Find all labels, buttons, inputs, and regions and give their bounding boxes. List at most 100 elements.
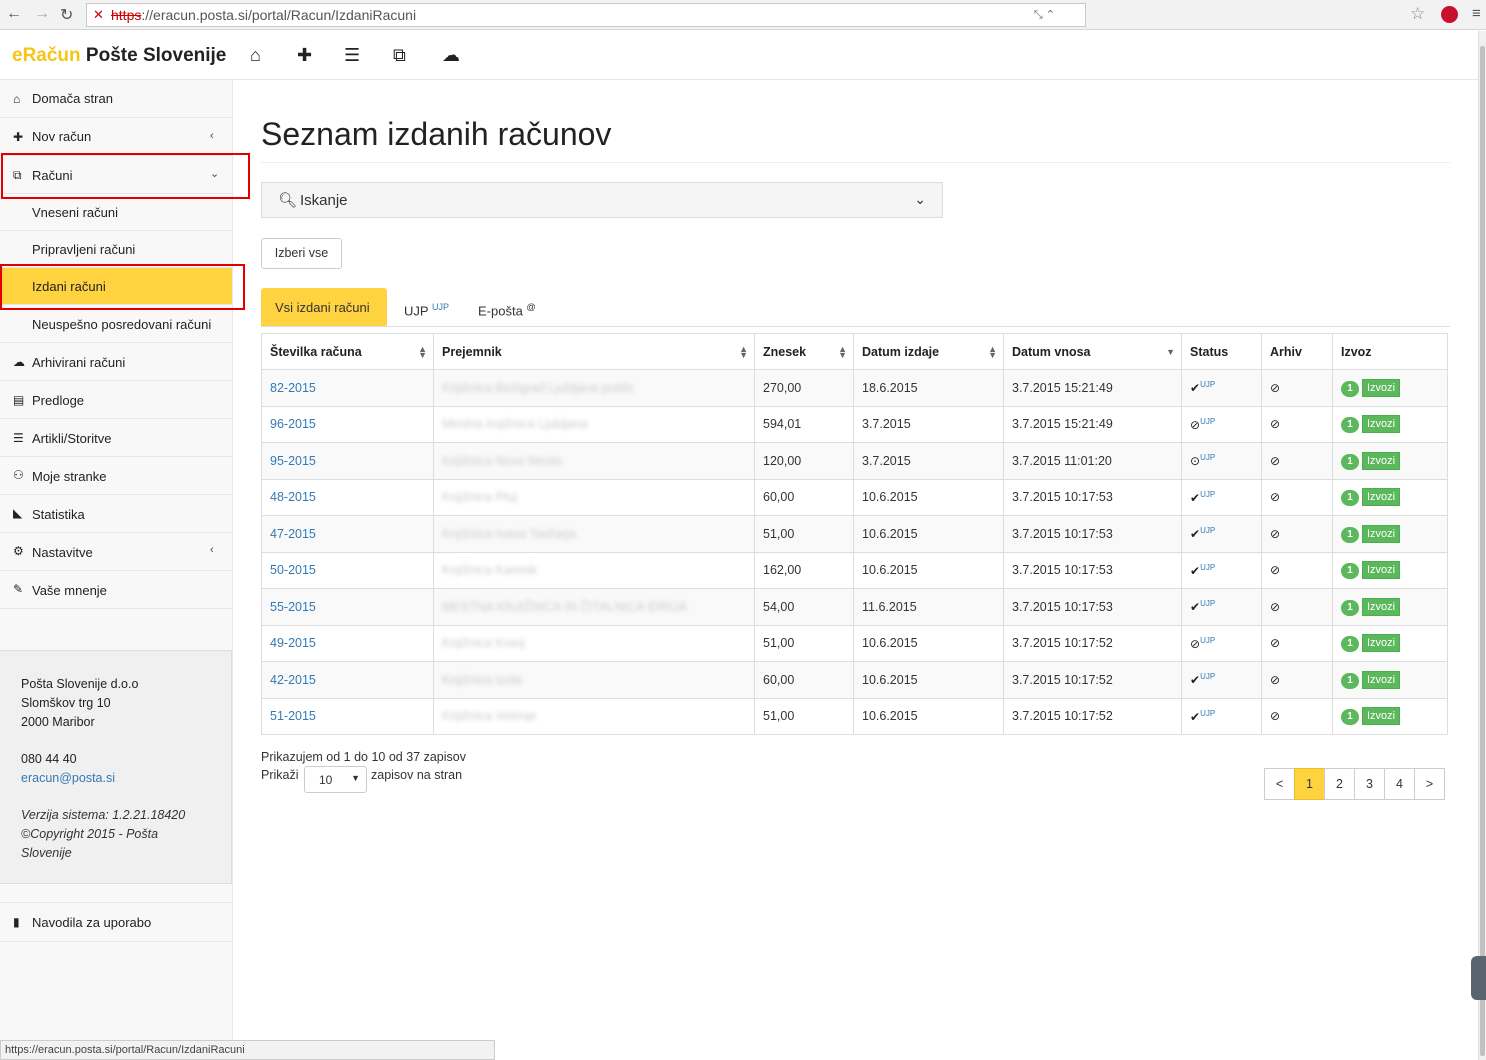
list-icon[interactable]: ☰ (344, 45, 360, 66)
invoice-link[interactable]: 49-2015 (270, 636, 316, 650)
export-button[interactable]: Izvozi (1362, 488, 1401, 507)
sidebar-item-settings[interactable]: ⚙ Nastavitve ‹ (0, 533, 232, 571)
table-row[interactable]: 96-2015 Mestna knjižnica Ljubljana 594,01 3… (261, 405, 1448, 443)
cloud-icon[interactable]: ☁ (442, 45, 460, 66)
cell-archive[interactable]: ⊘ (1261, 515, 1333, 553)
cell-number[interactable]: 50-2015 (261, 551, 434, 589)
col-number[interactable]: Številka računa ▲ ▼ (261, 333, 434, 370)
page-prev-button[interactable]: < (1264, 768, 1295, 800)
archive-ban-icon[interactable]: ⊘ (1270, 527, 1280, 541)
col-amount[interactable]: Znesek ▲ ▼ (754, 333, 854, 370)
cell-number[interactable]: 49-2015 (261, 624, 434, 662)
sidebar-item-customers[interactable]: ⚇ Moje stranke (0, 457, 232, 495)
cell-archive[interactable]: ⊘ (1261, 405, 1333, 443)
export-button[interactable]: Izvozi (1362, 707, 1401, 726)
sidebar-subitem-prepared[interactable]: Pripravljeni računi (0, 231, 232, 268)
tab-email[interactable]: E-pošta @ (478, 288, 536, 327)
invoice-link[interactable]: 96-2015 (270, 417, 316, 431)
table-row[interactable]: 47-2015 Knjižnica Ivana Tavčarja 51,00 10.6… (261, 515, 1448, 553)
archive-ban-icon[interactable]: ⊘ (1270, 490, 1280, 504)
export-button[interactable]: Izvozi (1362, 451, 1401, 470)
archive-ban-icon[interactable]: ⊘ (1270, 381, 1280, 395)
table-row[interactable]: 49-2015 Knjižnica Kranj 51,00 10.6.2015 3.7.… (261, 624, 1448, 662)
table-row[interactable]: 48-2015 Knjižnica Ptuj 60,00 10.6.2015 3.7.2… (261, 478, 1448, 516)
browser-menu-icon[interactable]: ≡ (1472, 5, 1481, 22)
per-page-select[interactable]: 10 ▼ (304, 766, 367, 793)
table-row[interactable]: 50-2015 Knjižnica Kamnik 162,00 10.6.2015 3.… (261, 551, 1448, 589)
archive-ban-icon[interactable]: ⊘ (1270, 417, 1280, 431)
export-button[interactable]: Izvozi (1362, 561, 1401, 580)
extension-icon[interactable] (1441, 6, 1458, 23)
plus-icon[interactable]: ✚ (297, 45, 312, 66)
sidebar-item-manual[interactable]: ▮ Navodila za uporabo (0, 902, 232, 942)
table-row[interactable]: 55-2015 MESTNA KNJIŽNICA IN ČITALNICA IDR… (261, 588, 1448, 626)
cell-number[interactable]: 51-2015 (261, 697, 434, 735)
export-button[interactable]: Izvozi (1362, 670, 1401, 689)
bookmark-star-icon[interactable]: ☆ (1410, 4, 1425, 24)
tab-all-issued[interactable]: Vsi izdani računi (261, 288, 387, 327)
table-row[interactable]: 95-2015 Knjižnica Novo Mesto 120,00 3.7.201… (261, 442, 1448, 480)
cell-number[interactable]: 47-2015 (261, 515, 434, 553)
cell-number[interactable]: 82-2015 (261, 369, 434, 407)
sidebar-item-feedback[interactable]: ✎ Vaše mnenje (0, 571, 232, 609)
cell-number[interactable]: 96-2015 (261, 405, 434, 443)
export-button[interactable]: Izvozi (1362, 378, 1401, 397)
cell-number[interactable]: 95-2015 (261, 442, 434, 480)
page-2-button[interactable]: 2 (1324, 768, 1355, 800)
sidebar-subitem-failed[interactable]: Neuspešno posredovani računi (0, 305, 232, 343)
export-button[interactable]: Izvozi (1362, 415, 1401, 434)
sidebar-item-home[interactable]: ⌂ Domača stran (0, 80, 232, 118)
sidebar-item-new-invoice[interactable]: ✚ Nov račun ‹ (0, 118, 232, 156)
zoom-icon[interactable]: ⤡ ⌃ (1034, 8, 1055, 22)
sidebar-subitem-entered[interactable]: Vneseni računi (0, 194, 232, 231)
table-row[interactable]: 82-2015 Knjižnica Bežigrad Ljubljana publ… (261, 369, 1448, 407)
scrollbar-thumb[interactable] (1480, 46, 1485, 1056)
col-issue-date[interactable]: Datum izdaje ▲ ▼ (853, 333, 1004, 370)
archive-ban-icon[interactable]: ⊘ (1270, 673, 1280, 687)
forward-icon[interactable]: → (34, 5, 50, 23)
archive-ban-icon[interactable]: ⊘ (1270, 563, 1280, 577)
cell-archive[interactable]: ⊘ (1261, 661, 1333, 699)
brand-logo[interactable]: eRačun Pošte Slovenije (12, 45, 226, 67)
invoice-link[interactable]: 51-2015 (270, 709, 316, 723)
reload-icon[interactable]: ↻ (60, 5, 73, 25)
archive-ban-icon[interactable]: ⊘ (1270, 636, 1280, 650)
copy-icon[interactable]: ⧉ (393, 45, 406, 66)
invoice-link[interactable]: 50-2015 (270, 563, 316, 577)
invoice-link[interactable]: 47-2015 (270, 527, 316, 541)
page-3-button[interactable]: 3 (1354, 768, 1385, 800)
col-recipient[interactable]: Prejemnik ▲ ▼ (433, 333, 755, 370)
company-email-link[interactable]: eracun@posta.si (21, 771, 115, 785)
archive-ban-icon[interactable]: ⊘ (1270, 600, 1280, 614)
archive-ban-icon[interactable]: ⊘ (1270, 709, 1280, 723)
cell-number[interactable]: 55-2015 (261, 588, 434, 626)
home-icon[interactable]: ⌂ (250, 45, 261, 66)
address-bar[interactable]: ✕ https://eracun.posta.si/portal/Racun/I… (86, 3, 1086, 27)
invoice-link[interactable]: 82-2015 (270, 381, 316, 395)
invoice-link[interactable]: 48-2015 (270, 490, 316, 504)
side-widget-icon[interactable] (1471, 956, 1486, 1000)
sidebar-item-articles[interactable]: ☰ Artikli/Storitve (0, 419, 232, 457)
cell-number[interactable]: 42-2015 (261, 661, 434, 699)
cell-archive[interactable]: ⊘ (1261, 697, 1333, 735)
cell-archive[interactable]: ⊘ (1261, 551, 1333, 589)
back-icon[interactable]: ← (6, 5, 22, 23)
export-button[interactable]: Izvozi (1362, 524, 1401, 543)
page-next-button[interactable]: > (1414, 768, 1445, 800)
page-1-button[interactable]: 1 (1294, 768, 1325, 800)
cell-archive[interactable]: ⊘ (1261, 442, 1333, 480)
invoice-link[interactable]: 42-2015 (270, 673, 316, 687)
cell-archive[interactable]: ⊘ (1261, 478, 1333, 516)
invoice-link[interactable]: 95-2015 (270, 454, 316, 468)
invoice-link[interactable]: 55-2015 (270, 600, 316, 614)
export-button[interactable]: Izvozi (1362, 634, 1401, 653)
search-panel[interactable]: 🔍︎ Iskanje ⌄ (261, 182, 943, 218)
cell-archive[interactable]: ⊘ (1261, 624, 1333, 662)
col-entry-date[interactable]: Datum vnosa ▼ (1003, 333, 1182, 370)
sidebar-item-archived[interactable]: ☁ Arhivirani računi (0, 343, 232, 381)
sidebar-item-templates[interactable]: ▤ Predloge (0, 381, 232, 419)
page-4-button[interactable]: 4 (1384, 768, 1415, 800)
tab-ujp[interactable]: UJP UJP (404, 288, 449, 327)
cell-number[interactable]: 48-2015 (261, 478, 434, 516)
select-all-button[interactable]: Izberi vse (261, 238, 342, 269)
